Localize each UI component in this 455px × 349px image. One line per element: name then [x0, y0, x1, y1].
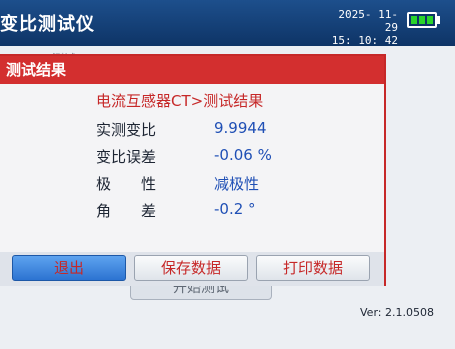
save-data-button[interactable]: 保存数据 [134, 255, 248, 281]
clock-date: 2025- 11- 29 [338, 8, 398, 34]
result-value: -0.06 % [214, 146, 272, 164]
exit-button[interactable]: 退出 [12, 255, 126, 281]
dialog-title: 测试结果 [0, 56, 384, 84]
result-value: 减极性 [214, 175, 260, 193]
app-title: 变比测试仪 [0, 14, 95, 35]
battery-icon [407, 12, 437, 28]
result-label: 角 差 [96, 202, 157, 220]
battery-cell [411, 16, 417, 24]
dialog-body: 电流互感器CT>测试结果 实测变比 9.9944 变比误差 -0.06 % 极 … [0, 84, 384, 254]
result-label: 极 性 [96, 175, 157, 193]
clock: 2025- 11- 29 15: 10: 42 [320, 8, 398, 47]
result-value: 9.9944 [214, 119, 267, 137]
result-label: 变比误差 [96, 148, 157, 166]
dialog-button-bar: 退出 保存数据 打印数据 [0, 252, 384, 286]
title-bar: 变比测试仪 2025- 11- 29 15: 10: 42 [0, 0, 455, 47]
print-data-button[interactable]: 打印数据 [256, 255, 370, 281]
clock-time: 15: 10: 42 [331, 34, 398, 47]
result-dialog: 测试结果 电流互感器CT>测试结果 实测变比 9.9944 变比误差 -0.06… [0, 54, 386, 286]
battery-tip [437, 16, 440, 24]
battery-cell [419, 16, 425, 24]
dialog-subtitle: 电流互感器CT>测试结果 [96, 92, 264, 110]
result-value: -0.2 ° [214, 200, 256, 218]
battery-cell [427, 16, 433, 24]
device-screen: 变比测试仪 2025- 11- 29 15: 10: 42 …测试… 开始测试 … [0, 0, 455, 349]
result-label: 实测变比 [96, 121, 157, 139]
version-label: Ver: 2.1.0508 [360, 306, 434, 319]
